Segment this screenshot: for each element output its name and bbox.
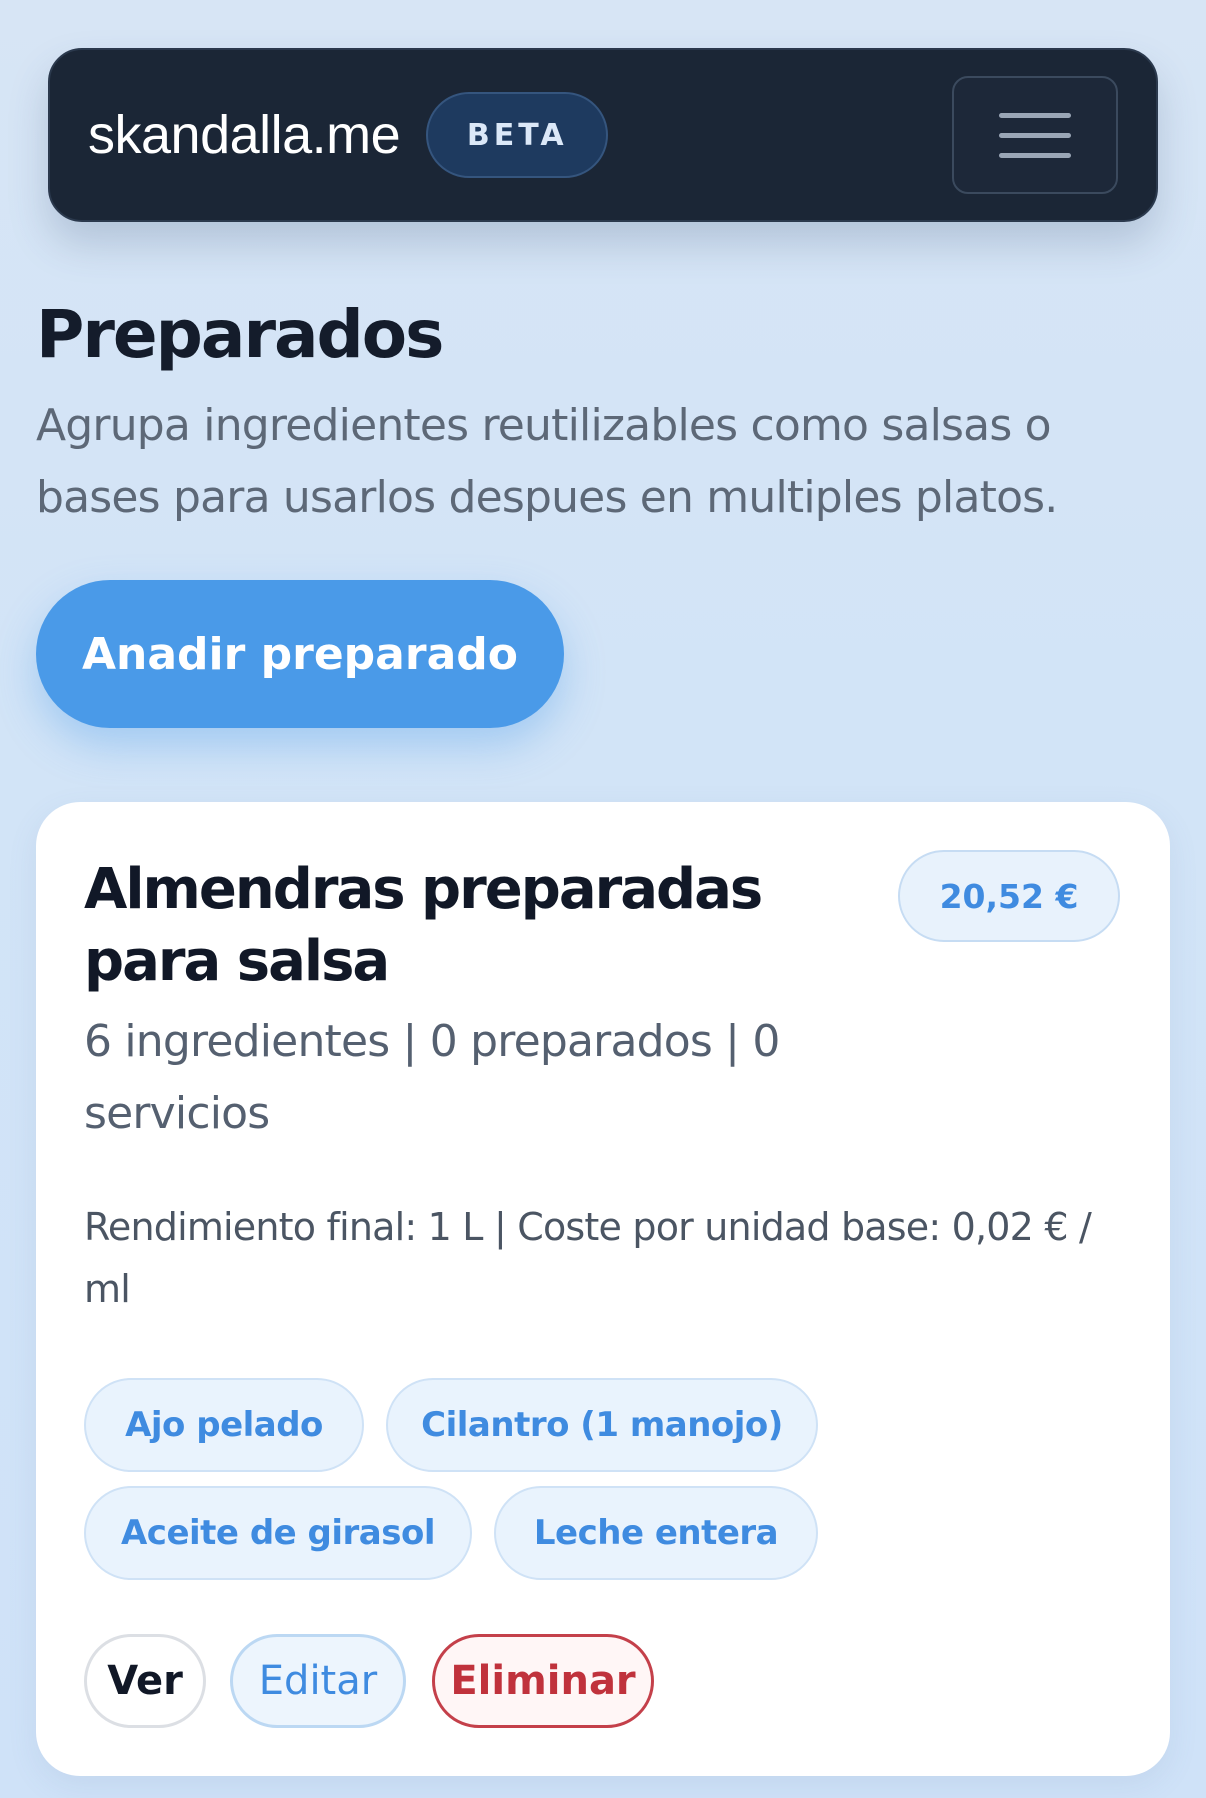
ingredient-chip: Leche entera xyxy=(494,1486,818,1580)
preparation-card: Almendras preparadas para salsa 20,52 € … xyxy=(36,802,1170,1776)
page-description: Agrupa ingredientes reutilizables como s… xyxy=(36,400,1058,523)
hamburger-menu-button[interactable] xyxy=(952,76,1118,194)
view-button[interactable]: Ver xyxy=(84,1634,206,1728)
hamburger-menu-icon-line xyxy=(999,132,1071,138)
hamburger-menu-icon xyxy=(999,112,1071,118)
preparation-meta: 6 ingredientes | 0 preparados | 0 servic… xyxy=(84,1016,780,1139)
edit-button[interactable]: Editar xyxy=(230,1634,406,1728)
page-title: Preparados xyxy=(36,296,444,373)
price-badge: 20,52 € xyxy=(898,850,1120,942)
brand-logo-text[interactable]: skandalla.me xyxy=(88,104,401,166)
ingredient-chip: Ajo pelado xyxy=(84,1378,364,1472)
delete-button[interactable]: Eliminar xyxy=(432,1634,654,1728)
preparation-title: Almendras preparadas para salsa xyxy=(84,857,763,994)
top-navbar: skandalla.me BETA xyxy=(48,48,1158,222)
add-preparation-button[interactable]: Anadir preparado xyxy=(36,580,564,728)
ingredient-chip: Cilantro (1 manojo) xyxy=(386,1378,818,1472)
beta-badge: BETA xyxy=(426,92,609,178)
hamburger-menu-icon-line xyxy=(999,152,1071,158)
ingredient-chip: Aceite de girasol xyxy=(84,1486,472,1580)
preparation-yield: Rendimiento final: 1 L | Coste por unida… xyxy=(84,1205,1092,1311)
